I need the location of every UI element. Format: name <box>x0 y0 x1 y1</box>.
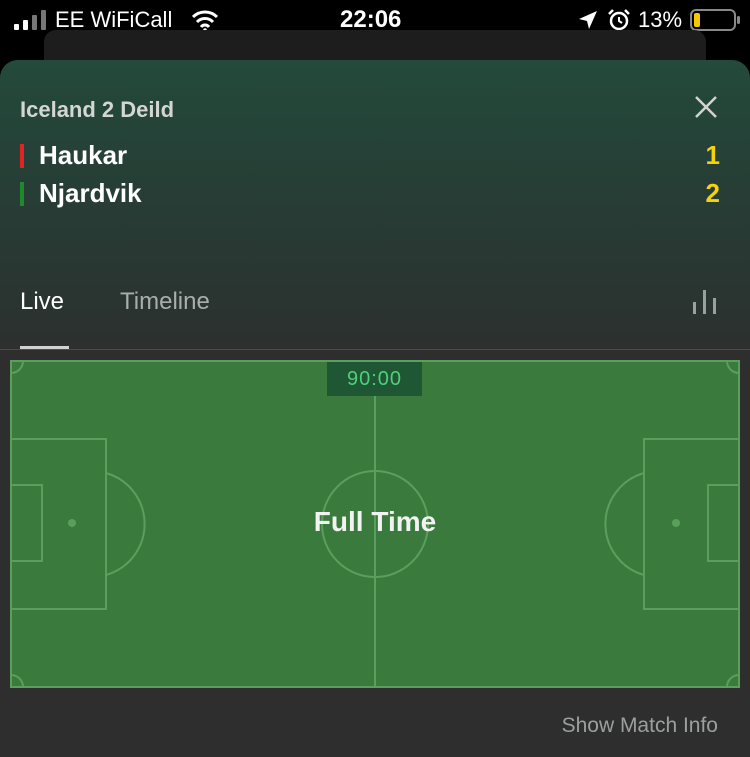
match-status: Full Time <box>313 506 437 537</box>
tab-bar: Live Timeline <box>0 276 750 350</box>
team-name: Njardvik <box>39 178 142 208</box>
tab-divider <box>0 349 750 350</box>
match-clock: 90:00 <box>327 362 422 396</box>
match-header: Iceland 2 Deild Haukar 1 Njardvik 2 Live… <box>0 60 750 350</box>
team-color-bar <box>20 182 24 206</box>
team-score: 1 <box>705 140 720 170</box>
stats-bar-chart-icon[interactable] <box>690 286 720 316</box>
pitch: 90:00 Full Time <box>10 360 740 688</box>
tab-live[interactable]: Live <box>20 288 64 316</box>
close-icon[interactable] <box>692 93 720 121</box>
wifi-icon <box>192 10 218 32</box>
team-row-home: Haukar 1 <box>20 140 730 172</box>
tab-timeline[interactable]: Timeline <box>120 288 210 316</box>
league-title: Iceland 2 Deild <box>20 97 175 122</box>
match-sheet: Iceland 2 Deild Haukar 1 Njardvik 2 Live… <box>0 60 750 757</box>
battery-icon <box>690 9 740 31</box>
signal-icon <box>14 10 46 30</box>
team-score: 2 <box>705 178 720 208</box>
team-name: Haukar <box>39 140 128 170</box>
show-match-info-button[interactable]: Show Match Info <box>562 714 718 738</box>
team-color-bar <box>20 144 24 168</box>
team-row-away: Njardvik 2 <box>20 178 730 210</box>
location-arrow-icon <box>579 11 597 29</box>
alarm-icon <box>608 9 630 31</box>
